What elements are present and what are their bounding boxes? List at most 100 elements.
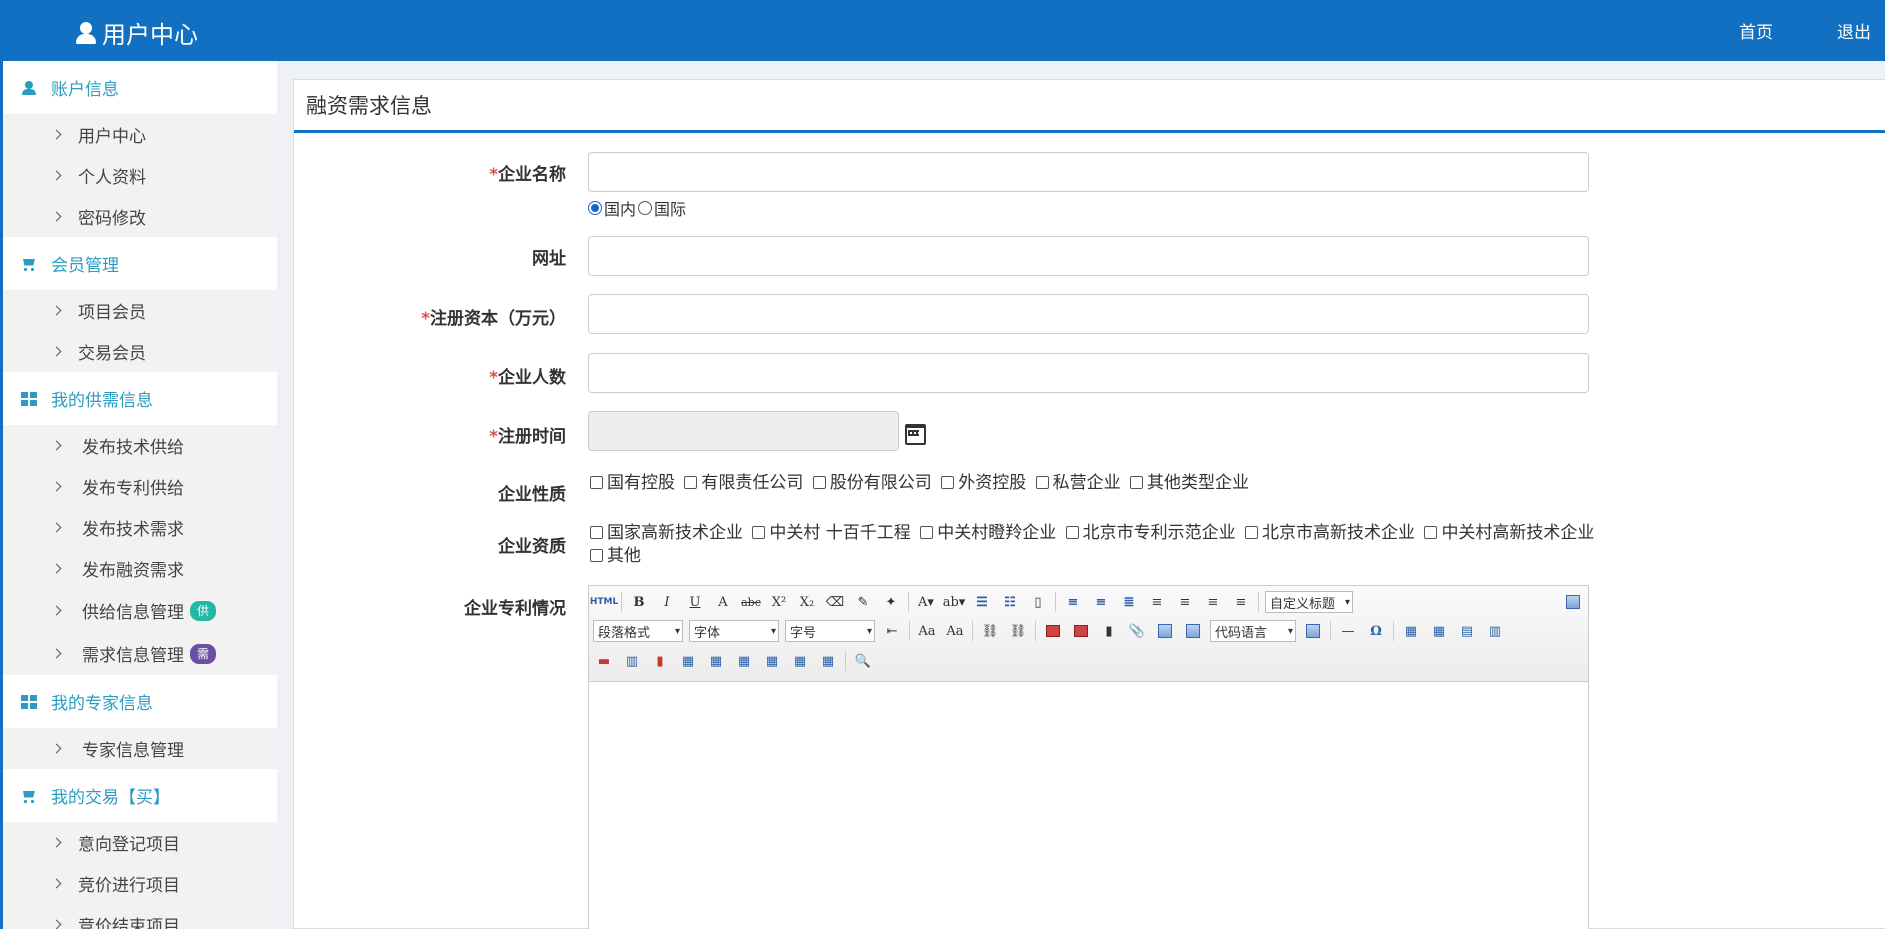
horizontal-rule-icon[interactable]: — [1337,620,1359,642]
insert-row-icon[interactable]: ▥ [1484,620,1506,642]
underline-icon[interactable]: U [684,591,706,613]
video-icon[interactable]: ▮ [1098,620,1120,642]
checkbox[interactable] [590,476,603,489]
font-select[interactable]: 字体 [689,620,779,642]
special-chars-icon[interactable]: Ω [1365,620,1387,642]
sidebar-item-bidding-ended-projects[interactable]: 竞价结束项目 [3,904,277,929]
logout-link[interactable]: 退出 [1837,18,1871,43]
sidebar-item-project-member[interactable]: 项目会员 [3,290,277,331]
merge-cells-icon[interactable]: ▦ [677,650,699,672]
align-right-icon[interactable]: ≡ [1202,591,1224,613]
nature-option[interactable]: 股份有限公司 [811,473,932,493]
checkbox[interactable] [590,549,603,562]
qualification-option[interactable]: 其他 [588,546,641,566]
website-input[interactable] [588,236,1589,276]
font-color-icon[interactable]: A▾ [915,591,937,613]
sidebar-item-publish-tech-supply[interactable]: 发布技术供给 [3,425,277,466]
checkbox[interactable] [1065,526,1079,539]
calendar-icon[interactable] [905,422,926,445]
template-icon[interactable] [1302,620,1324,642]
editor-body[interactable] [589,682,1588,929]
sidebar-item-bidding-projects[interactable]: 竞价进行项目 [3,863,277,904]
sidebar-item-intent-projects[interactable]: 意向登记项目 [3,822,277,863]
font-size-select[interactable]: 字号 [785,620,875,642]
ordered-list-icon[interactable]: ☰ [971,591,993,613]
attachment-icon[interactable]: 📎 [1126,620,1148,642]
sidebar-item-trade-member[interactable]: 交易会员 [3,331,277,372]
align-justify-icon[interactable]: ≡ [1230,591,1252,613]
eraser-icon[interactable]: ⌫ [824,591,846,613]
merge-down-icon[interactable]: ▦ [733,650,755,672]
subscript-icon[interactable]: X₂ [796,591,818,613]
split-to-cols-icon[interactable]: ▦ [817,650,839,672]
checkbox[interactable] [684,476,698,489]
domestic-radio[interactable] [588,201,602,215]
fullscreen-icon[interactable] [1562,591,1584,613]
sidebar-item-publish-tech-demand[interactable]: 发布技术需求 [3,507,277,548]
format-brush-icon[interactable]: ✎ [852,591,874,613]
checkbox[interactable] [1035,476,1049,489]
checkbox[interactable] [1130,476,1144,489]
international-radio[interactable] [638,201,653,215]
split-to-cells-icon[interactable]: ▦ [761,650,783,672]
line-height-icon[interactable]: ≣ [1118,591,1140,613]
font-border-icon[interactable]: A [712,591,734,613]
row-spacing-top-icon[interactable]: ≡ [1062,591,1084,613]
multi-image-icon[interactable] [1070,620,1092,642]
sidebar-section-membership[interactable]: 会员管理 [3,237,277,290]
checkbox[interactable] [812,476,826,489]
strikethrough-icon[interactable]: abc [740,591,762,613]
sidebar-item-demand-management[interactable]: 需求信息管理需 [3,632,277,675]
clear-doc-icon[interactable]: ▯ [1027,591,1049,613]
checkbox[interactable] [941,476,955,489]
code-language-select[interactable]: 代码语言 [1210,620,1296,642]
nature-option[interactable]: 有限责任公司 [682,473,803,493]
qualification-option[interactable]: 国家高新技术企业 [588,523,743,543]
uppercase-icon[interactable]: Aa [916,620,938,642]
align-left-icon[interactable]: ≡ [1146,591,1168,613]
reg-date-input[interactable] [588,411,899,451]
sidebar-section-account[interactable]: 账户信息 [3,61,277,114]
company-name-input[interactable] [588,152,1589,192]
custom-title-select[interactable]: 自定义标题 [1265,591,1353,613]
sidebar-section-supply-demand[interactable]: 我的供需信息 [3,372,277,425]
home-link[interactable]: 首页 [1739,18,1773,43]
italic-icon[interactable]: I [656,591,678,613]
nature-option[interactable]: 私营企业 [1034,473,1121,493]
sidebar-section-my-trade-buy[interactable]: 我的交易【买】 [3,769,277,822]
merge-right-icon[interactable]: ▦ [705,650,727,672]
direction-icon[interactable]: ⇤ [881,620,903,642]
qualification-option[interactable]: 中关村高新技术企业 [1422,523,1594,543]
auto-format-icon[interactable]: ✦ [880,591,902,613]
row-spacing-bottom-icon[interactable]: ≡ [1090,591,1112,613]
sidebar-item-password[interactable]: 密码修改 [3,196,277,237]
image-icon[interactable] [1042,620,1064,642]
sidebar-item-supply-management[interactable]: 供给信息管理供 [3,589,277,632]
bold-icon[interactable]: B [628,591,650,613]
unordered-list-icon[interactable]: ☷ [999,591,1021,613]
capital-input[interactable] [588,294,1589,334]
align-center-icon[interactable]: ≡ [1174,591,1196,613]
qualification-option[interactable]: 北京市高新技术企业 [1243,523,1415,543]
checkbox[interactable] [1424,526,1438,539]
sidebar-item-profile[interactable]: 个人资料 [3,155,277,196]
split-to-rows-icon[interactable]: ▦ [789,650,811,672]
qualification-option[interactable]: 北京市专利示范企业 [1064,523,1236,543]
checkbox[interactable] [1245,526,1259,539]
lowercase-icon[interactable]: Aa [944,620,966,642]
delete-column-icon[interactable]: ▮ [649,650,671,672]
checkbox[interactable] [752,526,766,539]
sidebar-section-expert[interactable]: 我的专家信息 [3,675,277,728]
nature-option[interactable]: 外资控股 [939,473,1026,493]
sidebar-item-publish-patent-supply[interactable]: 发布专利供给 [3,466,277,507]
insert-table-icon[interactable]: ▦ [1400,620,1422,642]
search-replace-icon[interactable]: 🔍 [852,650,874,672]
link-icon[interactable]: ⛓ [979,620,1001,642]
background-color-icon[interactable]: ab▾ [943,591,966,613]
checkbox[interactable] [920,526,934,539]
checkbox[interactable] [590,526,603,539]
nature-option[interactable]: 其他类型企业 [1128,473,1249,493]
source-html-button[interactable]: HTML [590,591,618,613]
delete-row-icon[interactable]: ▬ [593,650,615,672]
paragraph-select[interactable]: 段落格式 [593,620,683,642]
